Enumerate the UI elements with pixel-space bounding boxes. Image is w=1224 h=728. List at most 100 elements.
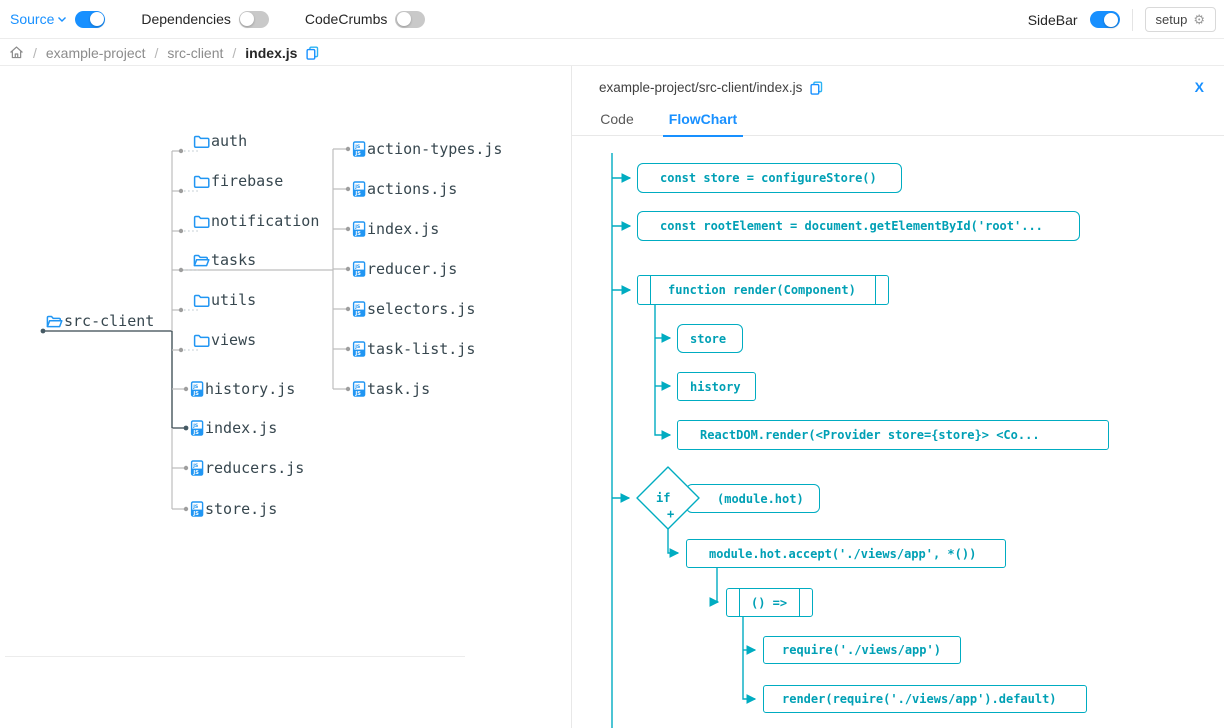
- tree-area-bottom-border: [5, 656, 465, 657]
- setup-button[interactable]: setup ⚙: [1145, 7, 1216, 32]
- breadcrumb-item-example-project[interactable]: example-project: [46, 45, 146, 61]
- tree-node-selectors-js[interactable]: selectors.js: [352, 298, 475, 320]
- flow-node-store-init[interactable]: const store = configureStore(): [637, 163, 902, 193]
- tree-node-tasks[interactable]: tasks: [193, 249, 256, 271]
- breadcrumb-separator: /: [33, 45, 37, 61]
- tab-code[interactable]: Code: [597, 111, 637, 136]
- flowchart: const store = configureStore() const roo…: [572, 136, 1224, 728]
- toolbar: Source Dependencies CodeCrumbs SideBar: [0, 0, 1224, 39]
- js-file-icon: [190, 501, 204, 517]
- breadcrumb-item-index-js[interactable]: index.js: [245, 45, 297, 61]
- flow-node-module-hot-accept[interactable]: module.hot.accept('./views/app', *()): [686, 539, 1006, 568]
- tree-node-label: utils: [211, 291, 256, 309]
- copy-icon[interactable]: [306, 46, 319, 60]
- js-file-icon: [352, 341, 366, 357]
- js-file-icon: [352, 301, 366, 317]
- source-dropdown[interactable]: Source: [10, 11, 67, 27]
- flow-node-root-element[interactable]: const rootElement = document.getElementB…: [637, 211, 1080, 241]
- tree-node-action-types-js[interactable]: action-types.js: [352, 138, 502, 160]
- tree-node-label: reducers.js: [205, 459, 304, 477]
- tree-node-label: task-list.js: [367, 340, 475, 358]
- tree-node-views[interactable]: views: [193, 329, 256, 351]
- tree-node-label: views: [211, 331, 256, 349]
- tree-node-reducers-js[interactable]: reducers.js: [190, 457, 304, 479]
- folder-icon: [193, 293, 210, 308]
- codecrumbs-control: CodeCrumbs: [305, 11, 425, 28]
- tree-node-label: firebase: [211, 172, 283, 190]
- tree-node-label: task.js: [367, 380, 430, 398]
- sidebar-tabs: Code FlowChart: [572, 111, 1224, 136]
- sidebar-file-title: example-project/src-client/index.js: [599, 80, 802, 95]
- breadcrumb-separator: /: [232, 45, 236, 61]
- js-file-icon: [352, 181, 366, 197]
- tree-node-label: reducer.js: [367, 260, 457, 278]
- sidebar-toggle[interactable]: [1090, 11, 1120, 28]
- flow-node-render-call[interactable]: render(require('./views/app').default): [763, 685, 1087, 713]
- tree-node-auth[interactable]: auth: [193, 130, 247, 152]
- tree-node-task-list-js[interactable]: task-list.js: [352, 338, 475, 360]
- flow-if-true-branch-label: +: [667, 507, 674, 521]
- js-file-icon: [190, 420, 204, 436]
- dependencies-toggle[interactable]: [239, 11, 269, 28]
- js-file-icon: [190, 460, 204, 476]
- flow-node-render-function[interactable]: function render(Component): [637, 275, 889, 305]
- js-file-icon: [352, 261, 366, 277]
- copy-icon[interactable]: [810, 81, 823, 95]
- tree-node-label: tasks: [211, 251, 256, 269]
- flow-node-history-arg[interactable]: history: [677, 372, 756, 401]
- codecrumbs-app: Source Dependencies CodeCrumbs SideBar: [0, 0, 1224, 728]
- js-file-icon: [190, 381, 204, 397]
- folder-icon: [193, 214, 210, 229]
- tree-node-firebase[interactable]: firebase: [193, 170, 283, 192]
- home-icon[interactable]: [9, 45, 24, 60]
- tree-node-tasks-index-js[interactable]: index.js: [352, 218, 439, 240]
- tree-node-label: history.js: [205, 380, 295, 398]
- tree-node-label: store.js: [205, 500, 277, 518]
- sidebar-header: example-project/src-client/index.js X: [572, 66, 1224, 111]
- chevron-down-icon: [57, 16, 67, 23]
- dependencies-control: Dependencies: [141, 11, 269, 28]
- tree-node-utils[interactable]: utils: [193, 289, 256, 311]
- tree-node-store-js[interactable]: store.js: [190, 498, 277, 520]
- tree-node-label: action-types.js: [367, 140, 502, 158]
- flow-node-if-condition[interactable]: (module.hot): [686, 484, 820, 513]
- tree-node-label: index.js: [205, 419, 277, 437]
- flow-node-store-arg[interactable]: store: [677, 324, 743, 353]
- folder-icon: [193, 333, 210, 348]
- dependencies-label: Dependencies: [141, 11, 231, 27]
- sidebar-panel: example-project/src-client/index.js X Co…: [571, 66, 1224, 728]
- js-file-icon: [352, 381, 366, 397]
- tree-node-label: actions.js: [367, 180, 457, 198]
- flow-node-arrow-function[interactable]: () =>: [726, 588, 813, 617]
- folder-icon: [193, 174, 210, 189]
- tree-node-reducer-js[interactable]: reducer.js: [352, 258, 457, 280]
- source-toggle[interactable]: [75, 11, 105, 28]
- source-control: Source: [10, 11, 105, 28]
- file-tree: src-client auth firebase notification ta…: [0, 66, 571, 728]
- tab-flowchart[interactable]: FlowChart: [663, 111, 743, 136]
- setup-button-label: setup: [1156, 12, 1188, 27]
- breadcrumb-item-src-client[interactable]: src-client: [167, 45, 223, 61]
- js-file-icon: [352, 221, 366, 237]
- folder-open-icon: [193, 253, 210, 268]
- toolbar-divider: [1132, 9, 1133, 31]
- close-icon[interactable]: X: [1195, 79, 1204, 95]
- flow-if-keyword: if: [656, 491, 670, 505]
- flow-node-require-call[interactable]: require('./views/app'): [763, 636, 961, 664]
- sidebar-label: SideBar: [1028, 12, 1078, 28]
- codecrumbs-toggle[interactable]: [395, 11, 425, 28]
- tree-node-index-js-selected[interactable]: index.js: [190, 417, 277, 439]
- gear-icon: ⚙: [1193, 13, 1205, 26]
- tree-node-label: src-client: [64, 312, 154, 330]
- breadcrumb-separator: /: [155, 45, 159, 61]
- tree-node-history-js[interactable]: history.js: [190, 378, 295, 400]
- tree-node-notification[interactable]: notification: [193, 210, 319, 232]
- js-file-icon: [352, 141, 366, 157]
- codecrumbs-label: CodeCrumbs: [305, 11, 387, 27]
- folder-open-icon: [46, 314, 63, 329]
- flow-node-reactdom-render[interactable]: ReactDOM.render(<Provider store={store}>…: [677, 420, 1109, 450]
- tree-node-task-js[interactable]: task.js: [352, 378, 430, 400]
- tree-node-src-client[interactable]: src-client: [46, 310, 154, 332]
- tree-node-actions-js[interactable]: actions.js: [352, 178, 457, 200]
- breadcrumb: / example-project / src-client / index.j…: [0, 40, 1224, 66]
